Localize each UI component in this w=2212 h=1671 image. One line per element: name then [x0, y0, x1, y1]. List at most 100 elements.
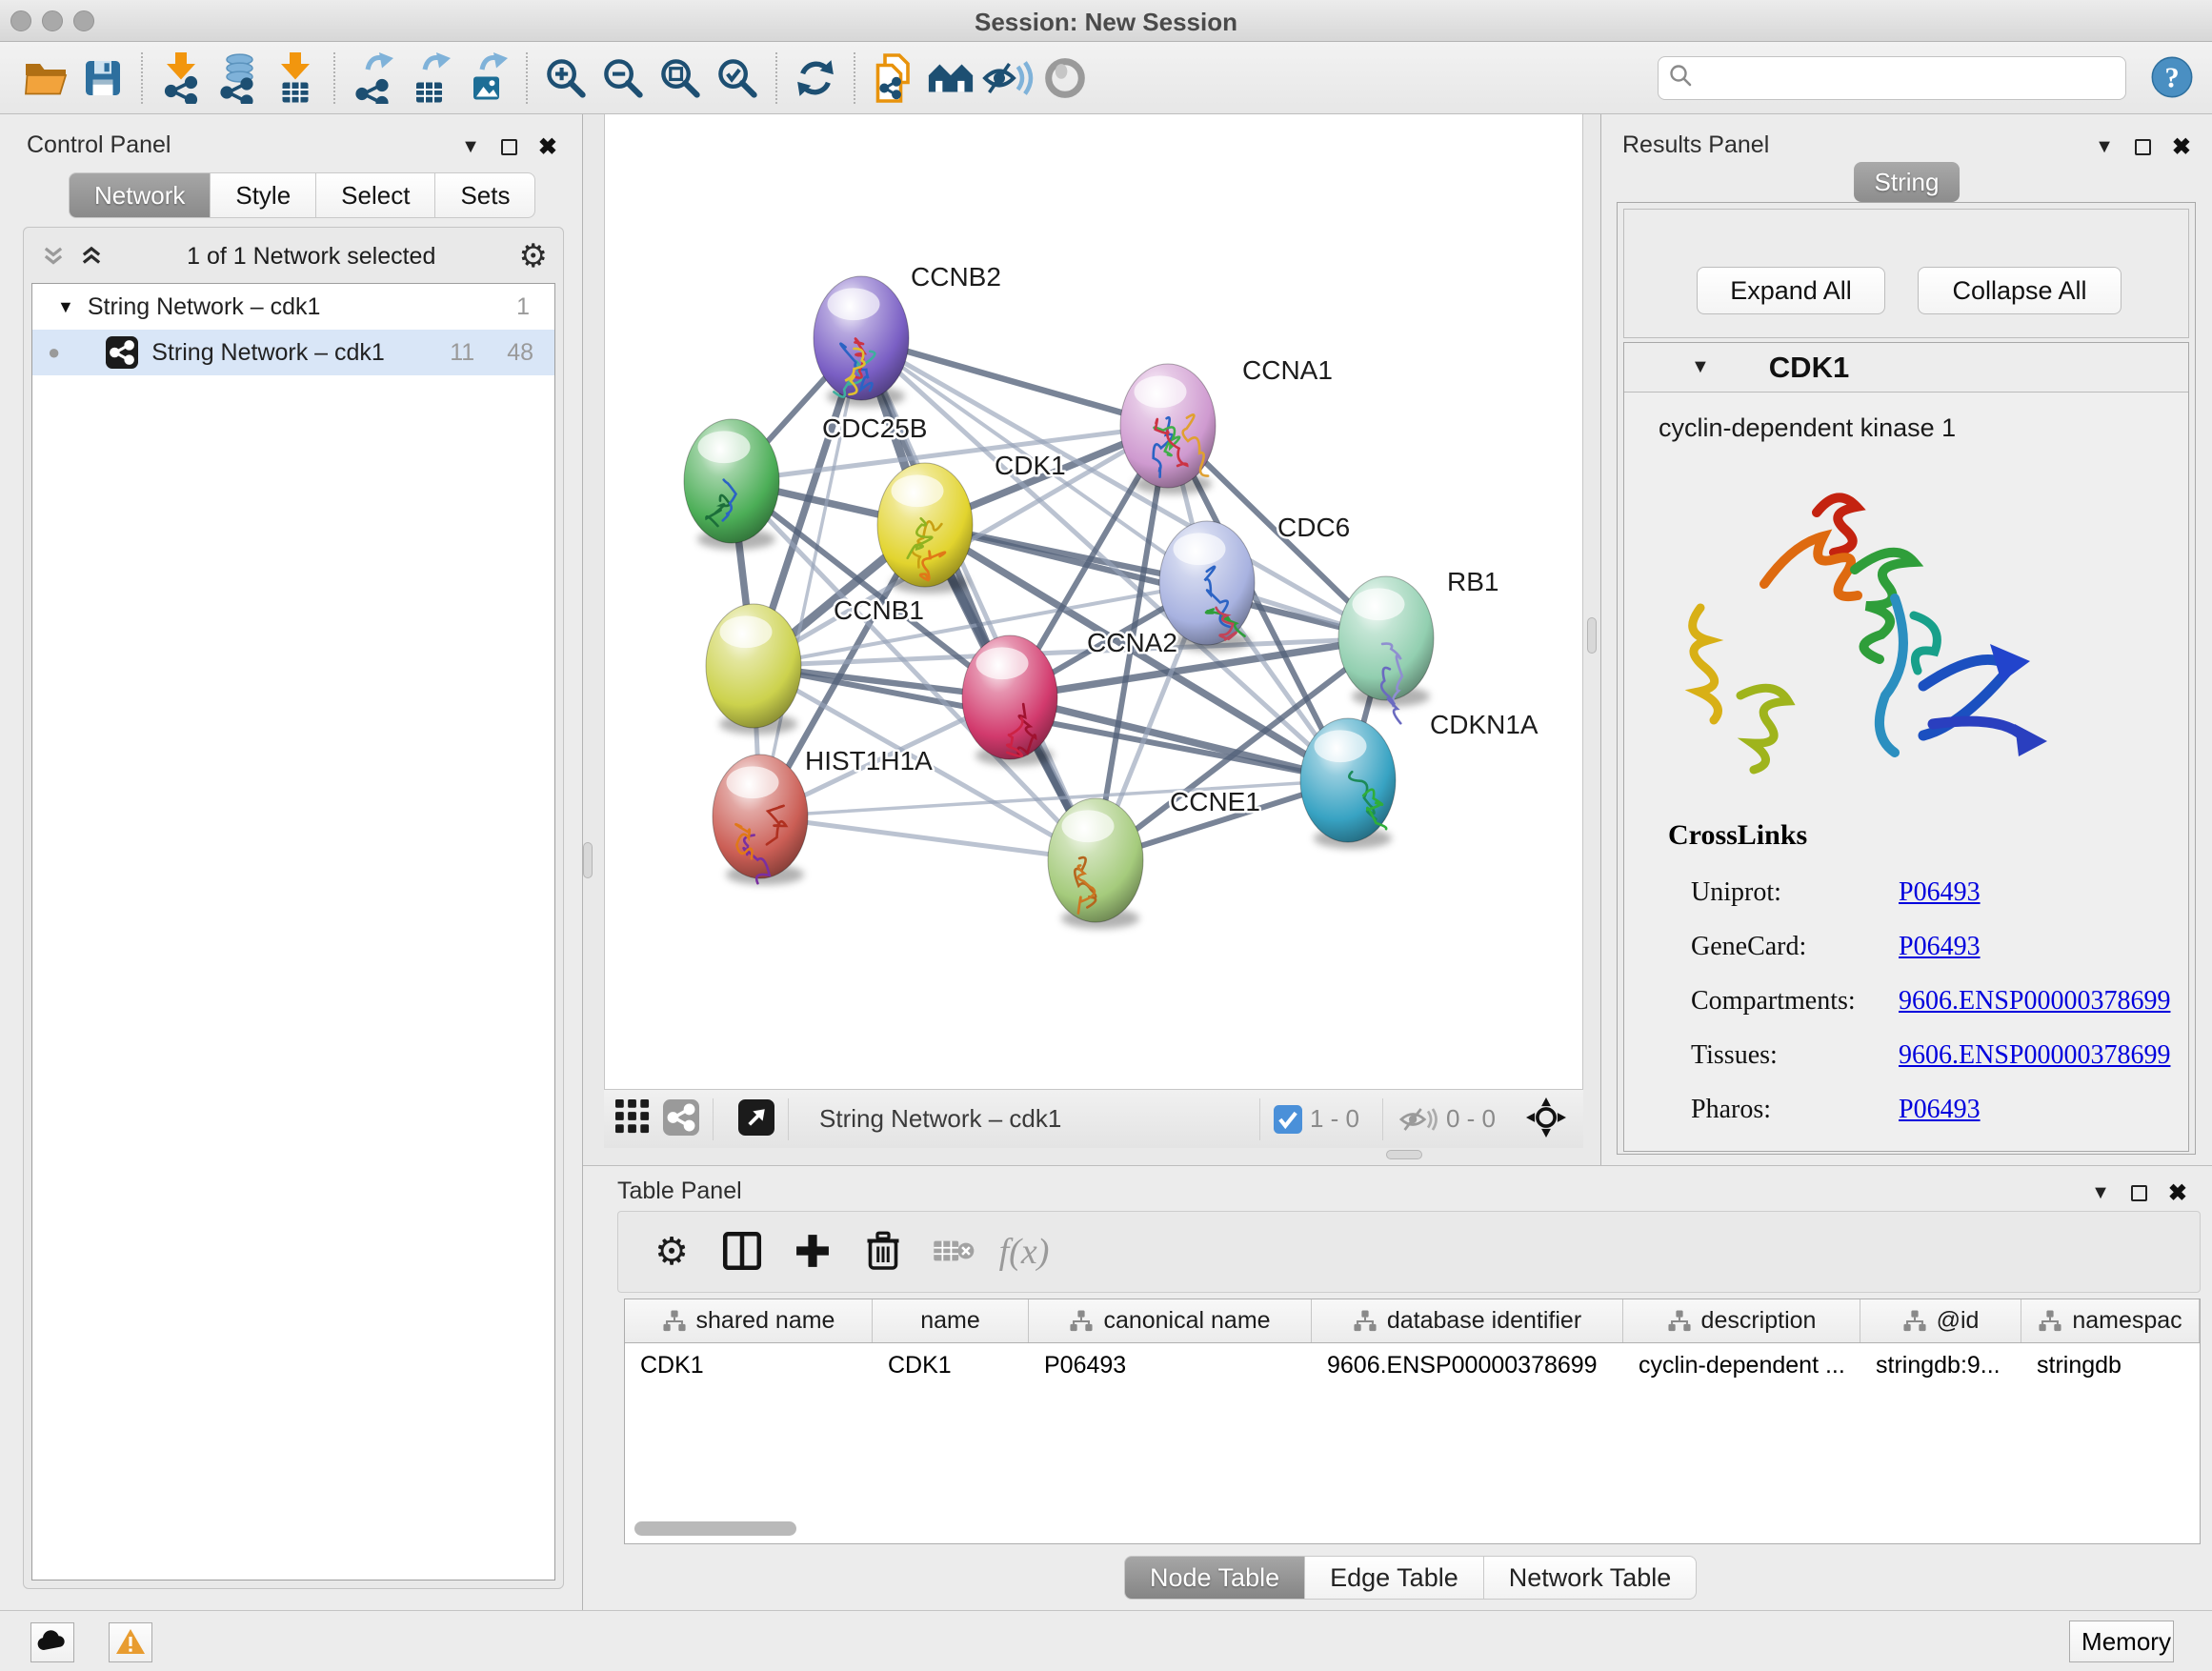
tab-select[interactable]: Select	[316, 172, 435, 218]
cell-2[interactable]: P06493	[1029, 1352, 1312, 1379]
table-panel-menu-icon[interactable]: ▼	[2091, 1182, 2110, 1204]
node-CDC6[interactable]: CDC6	[1159, 513, 1350, 652]
table-panel-float-icon[interactable]	[2131, 1185, 2147, 1201]
bottom-splitter-handle[interactable]	[1386, 1150, 1422, 1159]
import-network-button[interactable]	[152, 48, 210, 109]
edge-CCNB2-HIST1H1A[interactable]	[760, 338, 861, 816]
crosslink-link-2[interactable]: 9606.ENSP00000378699	[1899, 986, 2170, 1017]
export-network-button[interactable]	[345, 48, 402, 109]
results-panel-menu-icon[interactable]: ▼	[2095, 136, 2114, 158]
tab-edge-table[interactable]: Edge Table	[1305, 1556, 1484, 1600]
node-CDKN1A[interactable]: CDKN1A	[1300, 710, 1538, 849]
column-header-shared-name[interactable]: shared name	[625, 1299, 873, 1342]
export-table-button[interactable]	[402, 48, 459, 109]
node-CCNE1[interactable]: CCNE1	[1048, 787, 1260, 929]
function-builder-button[interactable]: f(x)	[994, 1218, 1055, 1285]
results-panel-float-icon[interactable]	[2135, 139, 2151, 155]
node-CCNA1[interactable]: CCNA1	[1120, 355, 1333, 494]
protein-card-expander-icon[interactable]: ▼	[1691, 356, 1710, 378]
tab-network[interactable]: Network	[69, 172, 211, 218]
zoom-selected-button[interactable]	[709, 48, 766, 109]
show-graphics-button[interactable]	[979, 48, 1036, 109]
cell-0[interactable]: CDK1	[625, 1352, 873, 1379]
control-panel-menu-icon[interactable]: ▼	[461, 136, 480, 158]
crosslink-link-4[interactable]: P06493	[1899, 1095, 1981, 1125]
table-panel-close-icon[interactable]: ✖	[2168, 1179, 2187, 1207]
session-home-button[interactable]	[922, 48, 979, 109]
column-header-description[interactable]: description	[1623, 1299, 1860, 1342]
network-options-gear-icon[interactable]: ⚙	[519, 240, 548, 272]
cell-5[interactable]: stringdb:9...	[1860, 1352, 2021, 1379]
level-of-detail-button[interactable]	[1036, 48, 1094, 109]
network-row-selected[interactable]: ● String Network – cdk1 11 48	[32, 330, 554, 375]
zoom-out-button[interactable]	[594, 48, 652, 109]
protein-card-header[interactable]: ▼ CDK1	[1624, 343, 2188, 393]
cell-3[interactable]: 9606.ENSP00000378699	[1312, 1352, 1623, 1379]
network-view-button[interactable]	[663, 1099, 699, 1138]
results-panel-close-icon[interactable]: ✖	[2172, 133, 2191, 161]
selected-checkbox-icon[interactable]	[1274, 1105, 1302, 1134]
column-header--id[interactable]: @id	[1860, 1299, 2021, 1342]
tab-node-table[interactable]: Node Table	[1124, 1556, 1305, 1600]
save-session-button[interactable]	[74, 48, 131, 109]
collection-expander-icon[interactable]: ▼	[57, 297, 74, 317]
node-RB1[interactable]: RB1	[1338, 567, 1498, 723]
column-label: @id	[1937, 1307, 1980, 1335]
control-panel-float-icon[interactable]	[501, 139, 517, 155]
tab-sets[interactable]: Sets	[435, 172, 535, 218]
column-header-namespac[interactable]: namespac	[2021, 1299, 2200, 1342]
expand-all-button[interactable]: Expand All	[1697, 267, 1885, 314]
help-button[interactable]: ?	[2149, 55, 2195, 101]
edge-CCNE1-HIST1H1A[interactable]	[760, 816, 1096, 860]
expand-all-networks-icon[interactable]	[79, 244, 104, 269]
network-collection-row[interactable]: ▼ String Network – cdk1 1	[32, 284, 554, 330]
zoom-in-button[interactable]	[537, 48, 594, 109]
node-CCNB2[interactable]: CCNB2	[814, 262, 1001, 407]
tab-string[interactable]: String	[1854, 162, 1961, 202]
grid-view-button[interactable]	[615, 1099, 652, 1138]
control-panel-close-icon[interactable]: ✖	[538, 133, 557, 161]
table-options-button[interactable]: ⚙	[641, 1218, 702, 1285]
fit-selected-button[interactable]	[1526, 1097, 1566, 1140]
cell-6[interactable]: stringdb	[2021, 1352, 2200, 1379]
create-column-button[interactable]	[782, 1218, 843, 1285]
zoom-selected-icon	[716, 57, 758, 99]
table-horizontal-scrollbar[interactable]	[634, 1521, 796, 1536]
show-columns-button[interactable]	[712, 1218, 773, 1285]
tab-style[interactable]: Style	[211, 172, 316, 218]
table-row[interactable]: CDK1CDK1P064939606.ENSP00000378699cyclin…	[625, 1343, 2200, 1387]
delete-column-button[interactable]	[853, 1218, 914, 1285]
cell-4[interactable]: cyclin-dependent ...	[1623, 1352, 1860, 1379]
import-database-button[interactable]	[210, 48, 267, 109]
import-table-button[interactable]	[267, 48, 324, 109]
right-splitter-handle[interactable]	[1587, 617, 1597, 654]
network-view-canvas[interactable]: CCNB2CCNA1CDC25BCDK1CDC6RB1CCNB1CCNA2CDK…	[604, 114, 1583, 1089]
column-header-database-identifier[interactable]: database identifier	[1312, 1299, 1623, 1342]
delete-table-button[interactable]	[923, 1218, 984, 1285]
memory-button[interactable]: Memory	[2069, 1621, 2174, 1662]
node-CDK1[interactable]: CDK1	[877, 451, 1066, 594]
open-session-button[interactable]	[17, 48, 74, 109]
collapse-all-button[interactable]: Collapse All	[1918, 267, 2122, 314]
cell-1[interactable]: CDK1	[873, 1352, 1029, 1379]
search-box[interactable]	[1658, 56, 2126, 100]
crosslink-link-3[interactable]: 9606.ENSP00000378699	[1899, 1040, 2170, 1071]
export-image-button[interactable]	[459, 48, 516, 109]
crosslink-link-0[interactable]: P06493	[1899, 877, 1981, 908]
tab-network-table[interactable]: Network Table	[1484, 1556, 1698, 1600]
birds-eye-view-button[interactable]	[738, 1099, 774, 1138]
apply-layout-button[interactable]	[787, 48, 844, 109]
warnings-button[interactable]	[109, 1622, 152, 1662]
column-header-name[interactable]: name	[873, 1299, 1029, 1342]
zoom-fit-button[interactable]	[652, 48, 709, 109]
hidden-eye-icon[interactable]	[1397, 1104, 1438, 1135]
cloud-status-button[interactable]	[30, 1622, 74, 1662]
search-input[interactable]	[1693, 60, 2116, 96]
node-CCNA2[interactable]: CCNA2	[962, 628, 1177, 766]
column-header-canonical-name[interactable]: canonical name	[1029, 1299, 1312, 1342]
node-HIST1H1A[interactable]: HIST1H1A	[713, 746, 933, 885]
clone-network-button[interactable]	[865, 48, 922, 109]
collapse-all-networks-icon[interactable]	[41, 244, 66, 269]
crosslink-link-1[interactable]: P06493	[1899, 932, 1981, 962]
left-splitter-handle[interactable]	[583, 842, 593, 878]
